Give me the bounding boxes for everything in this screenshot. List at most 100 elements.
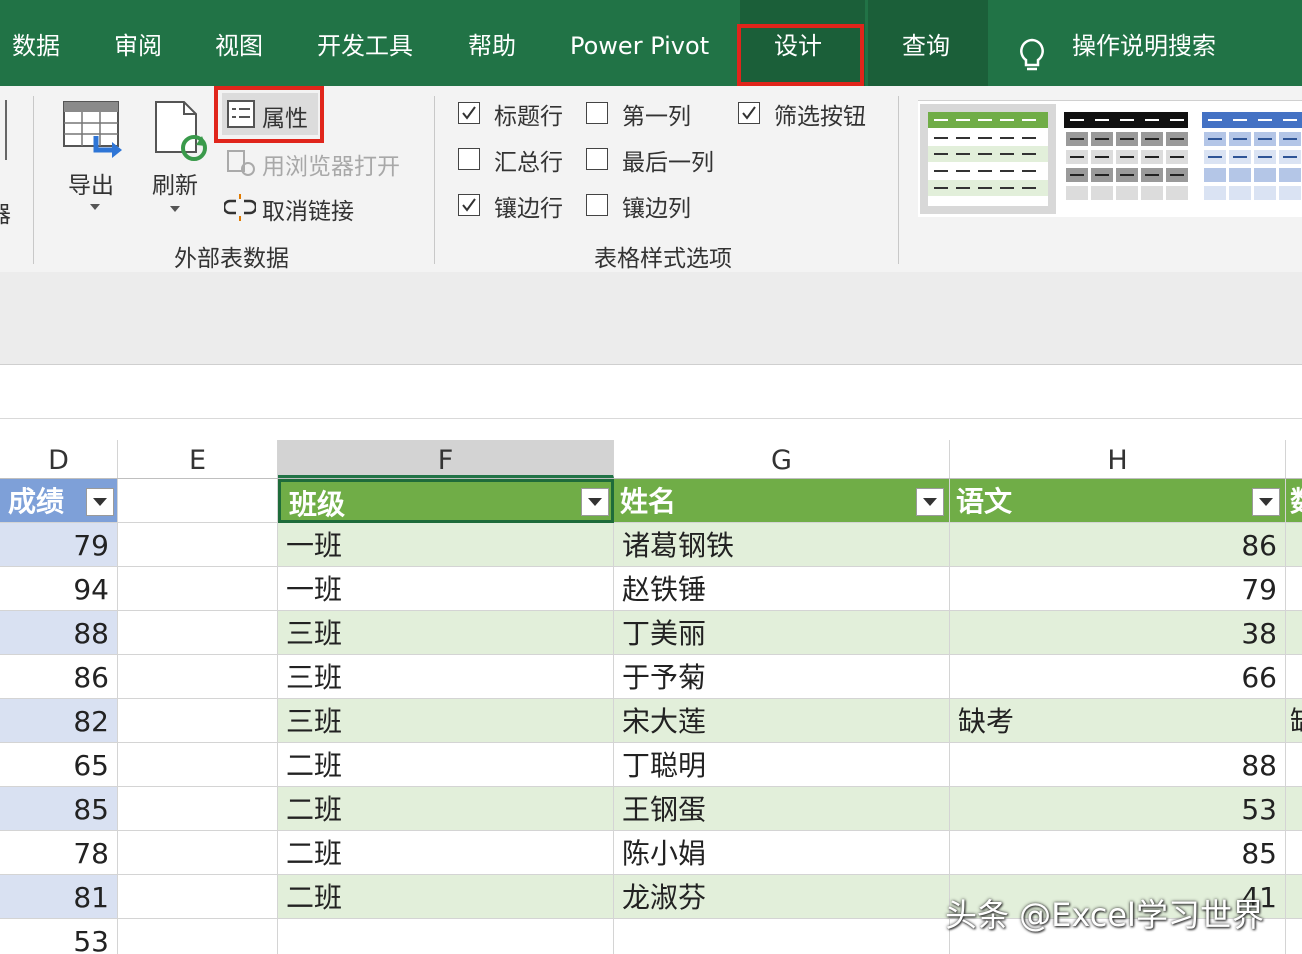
cell-chinese[interactable]: 38 bbox=[950, 611, 1286, 655]
cell-empty[interactable] bbox=[118, 611, 278, 655]
table-style-selected[interactable] bbox=[920, 104, 1056, 214]
cell-name[interactable]: 丁聪明 bbox=[614, 743, 950, 787]
table-style-blue[interactable] bbox=[1202, 112, 1302, 206]
cell-empty[interactable] bbox=[118, 787, 278, 831]
open-in-browser-button[interactable]: 用浏览器打开 bbox=[224, 147, 414, 180]
cell-empty[interactable] bbox=[118, 655, 278, 699]
cell-empty[interactable] bbox=[118, 699, 278, 743]
cell-chinese[interactable]: 85 bbox=[950, 831, 1286, 875]
filter-dropdown-icon[interactable] bbox=[916, 488, 944, 516]
column-header-g[interactable]: G bbox=[614, 440, 950, 478]
column-header-d[interactable]: D bbox=[0, 440, 118, 478]
cell-score[interactable]: 79 bbox=[0, 523, 118, 567]
tab-developer[interactable]: 开发工具 bbox=[317, 26, 413, 66]
cell-empty[interactable] bbox=[118, 743, 278, 787]
cell-score[interactable]: 81 bbox=[0, 875, 118, 919]
tab-data[interactable]: 数据 bbox=[12, 26, 60, 66]
tab-help[interactable]: 帮助 bbox=[468, 26, 516, 66]
cell-class[interactable]: 一班 bbox=[278, 523, 614, 567]
header-cell-next-partial[interactable]: 数 bbox=[1286, 479, 1302, 523]
cell-name[interactable]: 赵铁锤 bbox=[614, 567, 950, 611]
cell-chinese[interactable]: 79 bbox=[950, 567, 1286, 611]
cell-score[interactable]: 94 bbox=[0, 567, 118, 611]
cell-score[interactable]: 88 bbox=[0, 611, 118, 655]
tell-me-search[interactable]: 操作说明搜索 bbox=[1072, 26, 1216, 66]
filter-dropdown-icon[interactable] bbox=[581, 488, 609, 516]
column-header-f[interactable]: F bbox=[278, 440, 614, 478]
tab-power-pivot[interactable]: Power Pivot bbox=[570, 26, 709, 66]
cell-score[interactable]: 53 bbox=[0, 919, 118, 954]
cell-class[interactable]: 三班 bbox=[278, 655, 614, 699]
unlink-button[interactable]: 取消链接 bbox=[224, 192, 374, 225]
total-row-checkbox[interactable]: 汇总行 bbox=[458, 146, 578, 176]
cell-chinese[interactable]: 53 bbox=[950, 787, 1286, 831]
cell-empty[interactable] bbox=[118, 567, 278, 611]
cell-name[interactable]: 丁美丽 bbox=[614, 611, 950, 655]
cell-next-partial[interactable] bbox=[1286, 611, 1302, 655]
header-row-checkbox[interactable]: 标题行 bbox=[458, 100, 578, 130]
last-column-checkbox[interactable]: 最后一列 bbox=[586, 146, 726, 176]
filter-dropdown-icon[interactable] bbox=[86, 488, 114, 516]
cell-empty[interactable] bbox=[118, 831, 278, 875]
filter-dropdown-icon[interactable] bbox=[1252, 488, 1280, 516]
lightbulb-icon[interactable] bbox=[1018, 38, 1046, 78]
cell-score[interactable]: 86 bbox=[0, 655, 118, 699]
cell-next-partial[interactable] bbox=[1286, 831, 1302, 875]
refresh-button[interactable]: 刷新 bbox=[150, 100, 216, 220]
header-cell-chinese[interactable]: 语文 bbox=[950, 479, 1286, 523]
export-button[interactable]: 导出 bbox=[60, 100, 126, 220]
cell-e-header[interactable] bbox=[118, 479, 278, 523]
cell-name[interactable]: 诸葛钢铁 bbox=[614, 523, 950, 567]
first-column-checkbox[interactable]: 第一列 bbox=[586, 100, 706, 130]
checkbox-checked bbox=[738, 102, 760, 124]
cell-next-partial[interactable]: 缺 bbox=[1286, 699, 1302, 743]
cell-chinese[interactable]: 88 bbox=[950, 743, 1286, 787]
cell-class[interactable]: 一班 bbox=[278, 567, 614, 611]
cell-name[interactable]: 王钢蛋 bbox=[614, 787, 950, 831]
cell-score[interactable]: 82 bbox=[0, 699, 118, 743]
cell-score[interactable]: 65 bbox=[0, 743, 118, 787]
cell-empty[interactable] bbox=[614, 919, 950, 954]
cell-score[interactable]: 78 bbox=[0, 831, 118, 875]
cell-next-partial[interactable] bbox=[1286, 743, 1302, 787]
cell-empty[interactable] bbox=[118, 919, 278, 954]
header-cell-name[interactable]: 姓名 bbox=[614, 479, 950, 523]
refresh-icon bbox=[155, 101, 207, 161]
cell-chinese[interactable]: 86 bbox=[950, 523, 1286, 567]
header-cell-score[interactable]: 成绩 bbox=[0, 479, 118, 523]
tab-view[interactable]: 视图 bbox=[215, 26, 263, 66]
column-header-h[interactable]: H bbox=[950, 440, 1286, 478]
tab-review[interactable]: 审阅 bbox=[114, 26, 162, 66]
cell-score[interactable]: 85 bbox=[0, 787, 118, 831]
group-separator bbox=[898, 96, 899, 264]
filter-button-checkbox[interactable]: 筛选按钮 bbox=[738, 100, 878, 130]
cell-next-partial[interactable] bbox=[1286, 567, 1302, 611]
cell-name[interactable]: 于予菊 bbox=[614, 655, 950, 699]
cell-next-partial[interactable] bbox=[1286, 875, 1302, 919]
cell-empty[interactable] bbox=[278, 919, 614, 954]
header-cell-class[interactable]: 班级 bbox=[278, 479, 614, 523]
cell-empty[interactable] bbox=[118, 523, 278, 567]
banded-columns-checkbox[interactable]: 镶边列 bbox=[586, 192, 706, 222]
cell-name[interactable]: 龙淑芬 bbox=[614, 875, 950, 919]
table-style-dark[interactable] bbox=[1064, 112, 1188, 206]
cell-next-partial[interactable] bbox=[1286, 523, 1302, 567]
cell-class[interactable]: 三班 bbox=[278, 611, 614, 655]
column-header-e[interactable]: E bbox=[118, 440, 278, 478]
cell-class[interactable]: 二班 bbox=[278, 831, 614, 875]
cell-class[interactable]: 二班 bbox=[278, 743, 614, 787]
cell-next-partial[interactable] bbox=[1286, 787, 1302, 831]
cell-class[interactable]: 二班 bbox=[278, 875, 614, 919]
tab-query[interactable]: 查询 bbox=[902, 26, 950, 66]
formula-bar-area[interactable] bbox=[0, 365, 1302, 419]
cell-empty[interactable] bbox=[118, 875, 278, 919]
cell-name[interactable]: 宋大莲 bbox=[614, 699, 950, 743]
cell-name[interactable]: 陈小娟 bbox=[614, 831, 950, 875]
cell-class[interactable]: 二班 bbox=[278, 787, 614, 831]
cell-next-partial[interactable] bbox=[1286, 655, 1302, 699]
cell-chinese[interactable]: 66 bbox=[950, 655, 1286, 699]
properties-button[interactable]: 属性 bbox=[222, 93, 318, 135]
cell-chinese[interactable]: 缺考 bbox=[950, 699, 1286, 743]
banded-rows-checkbox[interactable]: 镶边行 bbox=[458, 192, 578, 222]
cell-class[interactable]: 三班 bbox=[278, 699, 614, 743]
